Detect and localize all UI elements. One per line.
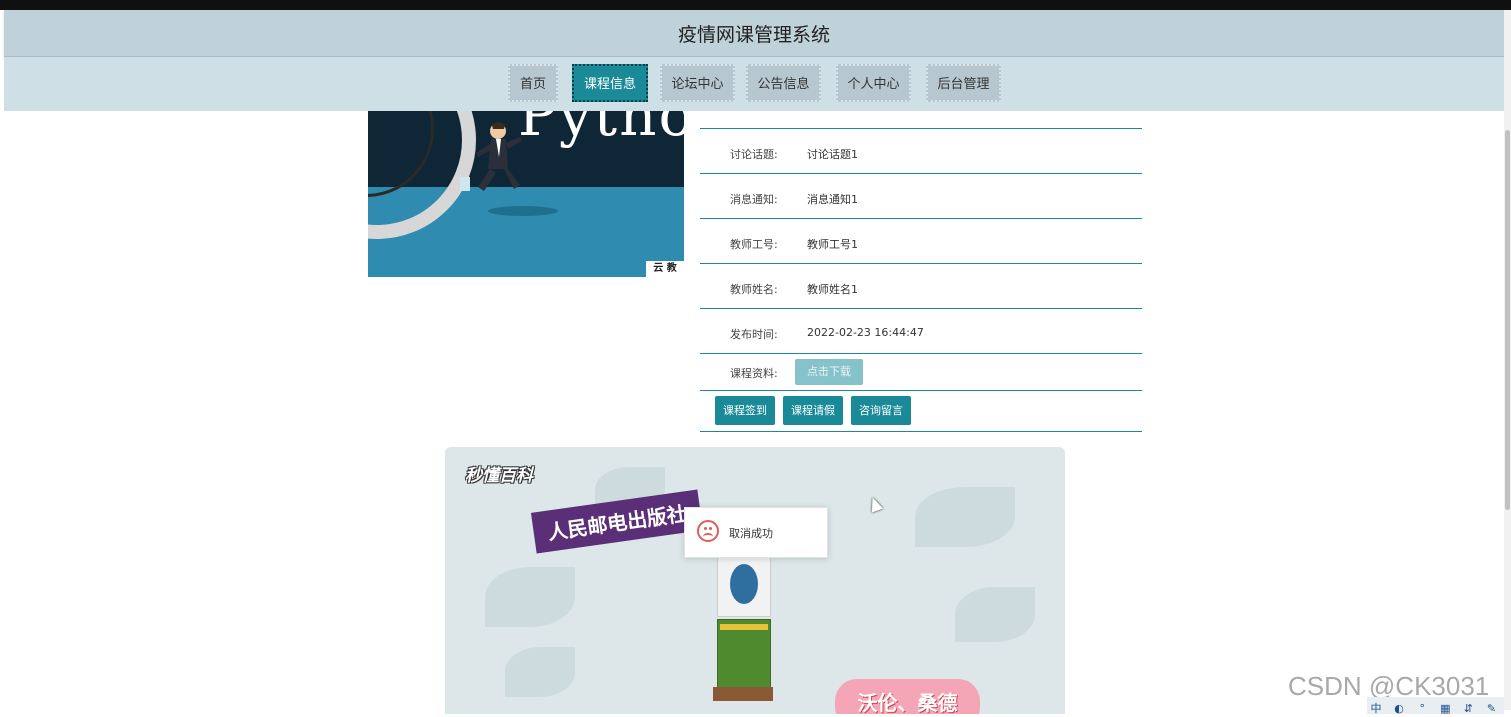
video-leaf-decor: [485, 567, 575, 627]
detail-label-notice: 消息通知:: [730, 193, 778, 206]
video-logo: 秒懂百科: [465, 466, 533, 486]
detail-value-teacher-id: 教师工号1: [807, 238, 858, 251]
detail-row: 教师姓名: 教师姓名1: [700, 263, 1142, 308]
detail-label-teacher-name: 教师姓名:: [730, 283, 778, 296]
face-eye: [704, 527, 707, 530]
detail-row-file: 课程资料: 点击下载: [700, 353, 1142, 390]
checkin-button[interactable]: 课程签到: [715, 396, 775, 425]
nav-profile[interactable]: 个人中心: [836, 64, 911, 102]
nav-course-info[interactable]: 课程信息: [572, 64, 648, 102]
nav-home[interactable]: 首页: [508, 64, 558, 102]
course-image-corner-text: 云 教: [646, 261, 684, 277]
video-leaf-decor: [505, 647, 575, 697]
course-image-text: Pytho: [518, 111, 684, 149]
nav-bar: 首页 课程信息 论坛中心 公告信息 个人中心 后台管理: [4, 57, 1504, 111]
detail-value-publish-time: 2022-02-23 16:44:47: [807, 326, 924, 339]
detail-label-teacher-id: 教师工号:: [730, 238, 778, 251]
video-pink-label: 沃伦、桑德: [835, 679, 980, 714]
detail-row: 消息通知: 消息通知1: [700, 173, 1142, 218]
globe-icon: [730, 564, 758, 604]
page-scrollbar[interactable]: [1504, 10, 1511, 710]
site-title: 疫情网课管理系统: [677, 24, 830, 46]
sad-face-icon: [697, 520, 719, 542]
leave-button[interactable]: 课程请假: [783, 396, 843, 425]
action-row: 课程签到 课程请假 咨询留言: [700, 390, 1142, 432]
site-header: 疫情网课管理系统: [4, 10, 1504, 57]
nav-admin[interactable]: 后台管理: [926, 64, 1001, 102]
scrollbar-thumb[interactable]: [1505, 130, 1510, 510]
video-player[interactable]: 秒懂百科 人民邮电出版社 沃伦、桑德: [445, 447, 1065, 714]
detail-row: 发布时间: 2022-02-23 16:44:47: [700, 308, 1142, 353]
detail-value-notice: 消息通知1: [807, 193, 858, 206]
consult-button[interactable]: 咨询留言: [851, 396, 911, 425]
detail-label-file: 课程资料:: [730, 367, 778, 380]
book-cover-3: [713, 687, 773, 701]
nav-forum[interactable]: 论坛中心: [660, 64, 735, 102]
detail-row: 讨论话题: 讨论话题1: [700, 128, 1142, 173]
book-cover-1: [717, 557, 771, 617]
system-tray: 中 ◐ ° ▦ ⇵ ✎: [1367, 697, 1504, 715]
detail-row: 教师工号: 教师工号1: [700, 218, 1142, 263]
runner-shadow: [488, 206, 558, 216]
course-detail-table: 讨论话题: 讨论话题1 消息通知: 消息通知1 教师工号: 教师工号1 教师姓名…: [700, 128, 1142, 432]
top-strip: [0, 0, 1511, 10]
detail-value-teacher-name: 教师姓名1: [807, 283, 858, 296]
detail-label-publish-time: 发布时间:: [730, 328, 778, 341]
toast-text: 取消成功: [729, 527, 773, 540]
course-image: Pytho 云 教: [368, 111, 684, 277]
detail-value-topic: 讨论话题1: [807, 148, 858, 161]
book-cover-stripe: [720, 624, 768, 630]
face-eye: [709, 527, 712, 530]
video-leaf-decor: [915, 487, 1015, 547]
running-man-illustration: [460, 122, 522, 191]
nav-notices[interactable]: 公告信息: [746, 64, 821, 102]
face-mouth: [703, 533, 713, 540]
toast-message: 取消成功: [684, 507, 828, 558]
download-button[interactable]: 点击下载: [795, 359, 863, 385]
detail-label-topic: 讨论话题:: [730, 148, 778, 161]
video-leaf-decor: [955, 587, 1035, 642]
